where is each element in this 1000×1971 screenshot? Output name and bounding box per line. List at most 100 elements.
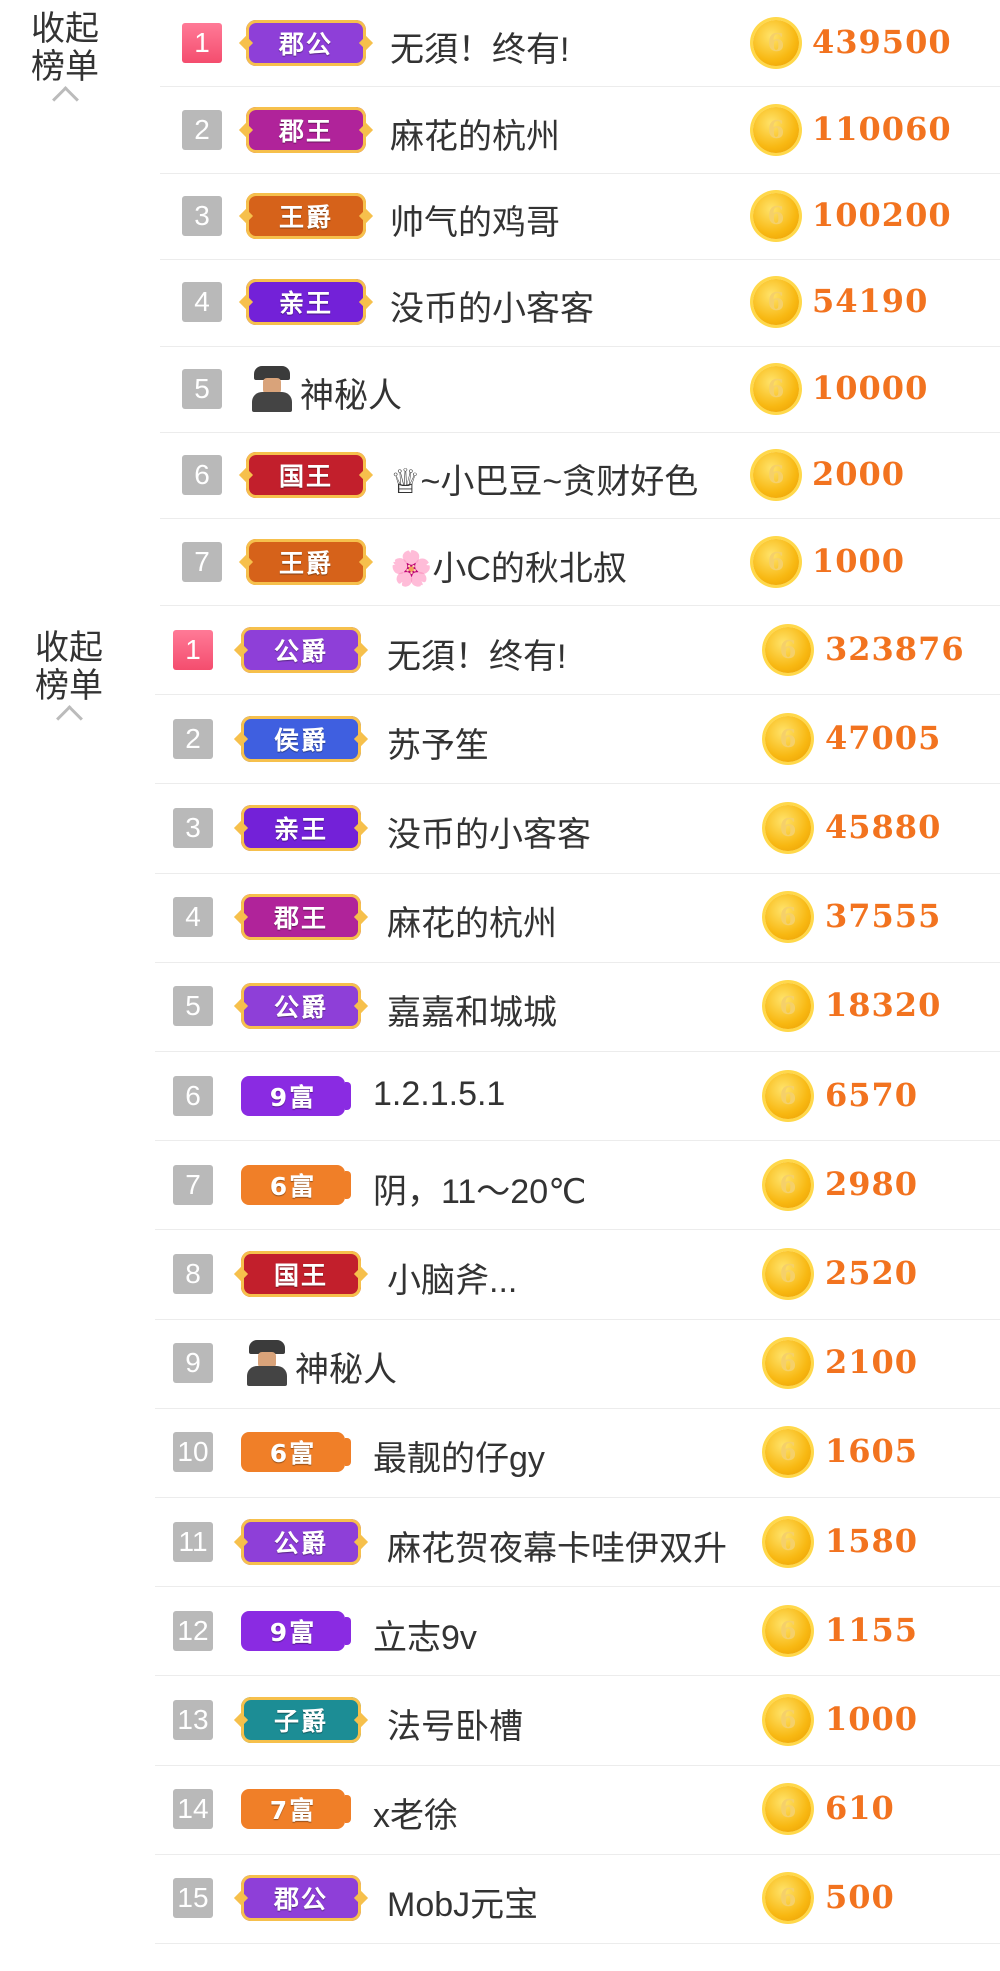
leaderboard-row[interactable]: 14 7富 x老徐 6 610 [155,1765,1000,1855]
rank-number: 5 [182,368,222,409]
coin-amount: 37555 [825,897,942,936]
rank-number: 4 [182,282,222,323]
leaderboard-row[interactable]: 1 公爵 无須！终有! 6 323876 [155,605,1000,696]
user-name[interactable]: 法号卧槽 [387,1699,523,1748]
leaderboard-row[interactable]: 2 郡王 麻花的杭州 6 110060 [160,86,1000,174]
user-name[interactable]: 麻花的杭州 [390,109,560,158]
coin-amount: 2000 [812,455,906,494]
rank-number: 3 [182,195,222,236]
leaderboard-row[interactable]: 13 子爵 法号卧槽 6 1000 [155,1675,1000,1766]
leaderboard-row[interactable]: 5 神秘人 6 10000 [160,346,1000,433]
leaderboard-row[interactable]: 9 神秘人 6 2100 [155,1319,1000,1409]
rank-badge: 王爵 [246,538,366,585]
coin-icon: 6 [765,1340,811,1387]
coin-glyph: 6 [779,1437,797,1467]
coin-amount: 1155 [825,1610,919,1649]
leaderboard-row[interactable]: 7 6富 阴，11～20℃ 6 2980 [155,1140,1000,1231]
coin-icon: 6 [765,1072,811,1119]
coin-glyph: 6 [779,812,797,842]
coin-amount: 1000 [825,1699,919,1738]
coin-amount: 110060 [812,109,952,148]
coin-icon: 6 [765,983,811,1030]
coin-glyph: 6 [779,1883,797,1913]
rank-number: 7 [173,1164,213,1205]
coin-amount: 1580 [825,1521,919,1560]
leaderboard-row[interactable]: 10 6富 最靓的仔gy 6 1605 [155,1408,1000,1498]
rank-number: 4 [173,897,213,938]
leaderboard-row[interactable]: 6 9富 1.2.1.5.1 6 6570 [155,1051,1000,1142]
coin-glyph: 6 [779,1169,797,1199]
leaderboard-row[interactable]: 3 王爵 帅气的鸡哥 6 100200 [160,173,1000,261]
user-name[interactable]: 没币的小客客 [387,807,591,856]
coin-amount: 500 [825,1878,895,1917]
coin-glyph: 6 [779,1080,797,1110]
rank-number: 9 [173,1343,213,1384]
coin-icon: 6 [765,1518,811,1565]
rank-number: 5 [173,986,213,1027]
leaderboard-row[interactable]: 1 郡公 无須！终有! 6 439500 [160,0,1000,88]
user-name[interactable]: 麻花贺夜幕卡哇伊双升 [387,1521,727,1570]
rank-number: 8 [173,1253,213,1294]
user-name[interactable]: 神秘人 [300,368,402,417]
rank-badge: 公爵 [241,983,361,1030]
user-name[interactable]: 阴，11～20℃ [373,1164,586,1213]
coin-icon: 6 [765,1786,811,1833]
user-name[interactable]: 最靓的仔gy [373,1431,545,1480]
rank-badge: 郡王 [246,106,366,153]
rank-number: 13 [173,1699,213,1740]
user-name[interactable]: 小脑斧... [387,1253,517,1302]
user-name[interactable]: 无須！终有! [387,629,566,678]
leaderboard-row[interactable]: 3 亲王 没币的小客客 6 45880 [155,783,1000,874]
leaderboard-row[interactable]: 15 郡公 MobJ元宝 6 500 [155,1854,1000,1944]
user-name[interactable]: x老徐 [373,1788,458,1837]
collapse-board-button[interactable]: 收起 榜单 [24,629,114,732]
user-name[interactable]: 没币的小客客 [390,281,594,330]
coin-amount: 6570 [825,1075,919,1114]
coin-glyph: 6 [779,1258,797,1288]
user-name[interactable]: MobJ元宝 [387,1877,538,1926]
rank-badge: 6富 [241,1164,351,1205]
collapse-board-button[interactable]: 收起 榜单 [20,9,110,113]
rank-number: 10 [173,1432,213,1473]
leaderboard-row[interactable]: 11 公爵 麻花贺夜幕卡哇伊双升 6 1580 [155,1497,1000,1588]
collapse-board-label: 收起 榜单 [31,9,99,87]
user-name[interactable]: 无須！终有! [390,22,569,71]
user-name[interactable]: 1.2.1.5.1 [373,1075,505,1114]
user-name[interactable]: 帅气的鸡哥 [390,195,560,244]
coin-icon: 6 [765,1875,811,1922]
coin-amount: 100200 [812,195,952,234]
leaderboard-row[interactable]: 4 亲王 没币的小客客 6 54190 [160,259,1000,347]
leaderboard-row[interactable]: 4 郡王 麻花的杭州 6 37555 [155,873,1000,963]
leaderboard-row[interactable]: 2 侯爵 苏予笙 6 47005 [155,694,1000,785]
coin-icon: 6 [753,538,799,585]
coin-glyph: 6 [779,1615,797,1645]
coin-icon: 6 [753,279,799,326]
user-name[interactable]: 立志9v [373,1610,477,1659]
coin-amount: 610 [825,1789,895,1828]
rank-badge: 亲王 [241,804,361,851]
coin-glyph: 6 [767,373,785,403]
coin-glyph: 6 [767,200,785,230]
coin-amount: 439500 [812,23,952,62]
leaderboard-row[interactable]: 6 国王 ♕~小巴豆~贪财好色 6 2000 [160,432,1000,520]
user-name[interactable]: 神秘人 [295,1342,397,1391]
leaderboard-row[interactable]: 12 9富 立志9v 6 1155 [155,1586,1000,1677]
rank-number: 2 [182,109,222,150]
rank-badge: 亲王 [246,279,366,326]
leaderboard-row[interactable]: 5 公爵 嘉嘉和城城 6 18320 [155,962,1000,1052]
rank-number: 6 [182,455,222,496]
rank-badge: 郡公 [241,1875,361,1922]
mystery-user-icon [250,365,294,412]
user-name[interactable]: ♕~小巴豆~贪财好色 [390,454,698,503]
leaderboard-row[interactable]: 7 王爵 🌸小C的秋北叔 6 1000 [160,518,1000,606]
user-name[interactable]: 嘉嘉和城城 [387,985,557,1034]
coin-glyph: 6 [779,1526,797,1556]
rank-number: 1 [173,629,213,670]
rank-number: 11 [173,1521,213,1562]
user-name[interactable]: 苏予笙 [387,718,489,767]
user-name[interactable]: 🌸小C的秋北叔 [390,541,627,590]
coin-glyph: 6 [779,1704,797,1734]
user-name[interactable]: 麻花的杭州 [387,896,557,945]
coin-icon: 6 [765,1607,811,1654]
leaderboard-row[interactable]: 8 国王 小脑斧... 6 2520 [155,1229,1000,1320]
